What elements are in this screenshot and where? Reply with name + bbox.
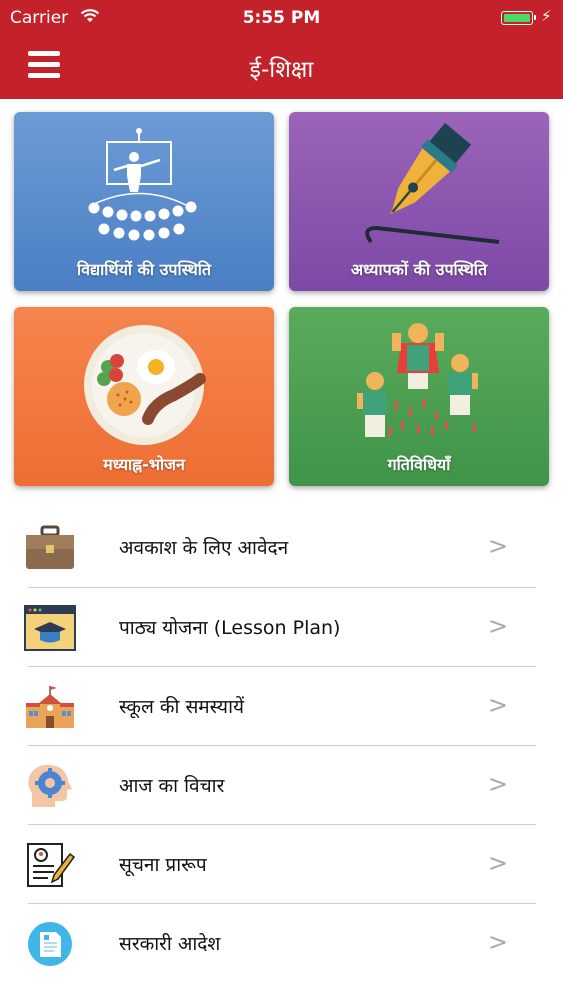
- list-item-information-form[interactable]: सूचना प्रारूप >: [0, 825, 563, 904]
- list-item-school-problems[interactable]: स्कूल की समस्यायें >: [0, 667, 563, 746]
- tile-teacher-attendance[interactable]: अध्यापकों की उपस्थिति: [289, 112, 549, 291]
- chevron-right-icon: >: [488, 770, 509, 798]
- list-item-label: पाठ्य योजना (Lesson Plan): [119, 617, 341, 639]
- chevron-right-icon: >: [488, 612, 509, 640]
- list-item-label: अवकाश के लिए आवेदन: [119, 537, 289, 559]
- graduation-cap-screen-icon: [24, 605, 76, 651]
- tile-label: अध्यापकों की उपस्थिति: [350, 260, 488, 279]
- tile-label: विद्यार्थियों की उपस्थिति: [76, 260, 212, 279]
- app-header: Carrier 5:55 PM ⚡ ई-शिक्षा: [0, 0, 563, 99]
- tile-midday-meal[interactable]: मध्याह्न-भोजन: [14, 307, 274, 486]
- chevron-right-icon: >: [488, 532, 509, 560]
- list-item-label: स्कूल की समस्यायें: [119, 696, 245, 718]
- fountain-pen-icon: [365, 122, 500, 244]
- classroom-icon: [88, 128, 197, 241]
- charging-icon: ⚡: [541, 7, 552, 25]
- head-gear-icon: [28, 764, 72, 807]
- tile-activities[interactable]: गतिविधियाँ: [289, 307, 549, 486]
- dancing-kids-icon: [357, 323, 478, 437]
- chevron-right-icon: >: [488, 691, 509, 719]
- chevron-right-icon: >: [488, 849, 509, 877]
- briefcase-icon: [26, 525, 74, 569]
- status-time: 5:55 PM: [242, 8, 321, 28]
- list-item-thought-of-the-day[interactable]: आज का विचार >: [0, 746, 563, 825]
- form-pencil-icon: [27, 843, 76, 887]
- list-item-lesson-plan[interactable]: पाठ्य योजना (Lesson Plan) >: [0, 588, 563, 667]
- list-item-label: सरकारी आदेश: [119, 933, 221, 955]
- meal-plate-icon: [84, 325, 206, 445]
- list-item-leave-application[interactable]: अवकाश के लिए आवेदन >: [0, 508, 563, 587]
- list-item-label: आज का विचार: [119, 775, 225, 797]
- tile-label: मध्याह्न-भोजन: [103, 455, 185, 474]
- page-title: ई-शिक्षा: [249, 57, 314, 83]
- tile-student-attendance[interactable]: विद्यार्थियों की उपस्थिति: [14, 112, 274, 291]
- tile-label: गतिविधियाँ: [387, 455, 451, 474]
- battery-icon: [501, 11, 536, 25]
- school-building-icon: [26, 686, 74, 728]
- document-circle-icon: [28, 922, 72, 966]
- chevron-right-icon: >: [488, 928, 509, 956]
- list-item-label: सूचना प्रारूप: [119, 854, 207, 876]
- status-bar: Carrier 5:55 PM ⚡: [0, 0, 563, 36]
- list-item-government-orders[interactable]: सरकारी आदेश >: [0, 904, 563, 983]
